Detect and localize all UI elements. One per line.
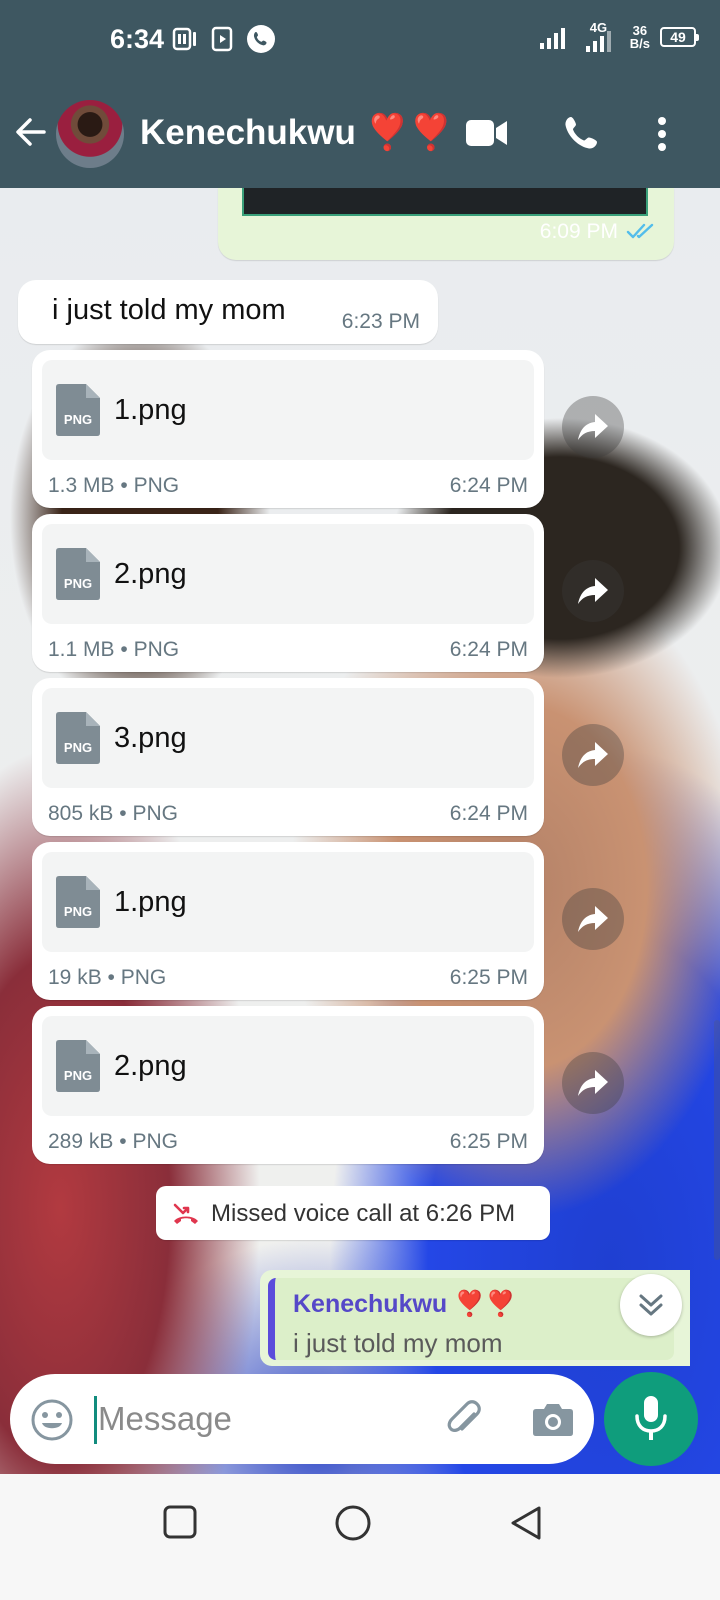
png-file-icon: PNG: [56, 876, 100, 933]
quoted-sender-name: Kenechukwu ❣️❣️: [293, 1290, 517, 1318]
file-name: 2.png: [114, 558, 187, 590]
message-time: 6:24 PM: [449, 474, 528, 497]
forward-icon: [578, 414, 608, 440]
svg-text:PNG: PNG: [64, 740, 92, 755]
svg-text:PNG: PNG: [64, 412, 92, 427]
file-message-bubble[interactable]: PNG 1.png 1.3 MB • PNG 6:24 PM: [32, 350, 544, 508]
double-chevron-down-icon: [639, 1294, 663, 1316]
attachment-icon[interactable]: [444, 1398, 488, 1447]
png-file-icon: PNG: [56, 548, 100, 605]
voice-record-button[interactable]: [604, 1372, 698, 1466]
file-name: 1.png: [114, 886, 187, 918]
file-preview[interactable]: PNG 3.png: [42, 688, 534, 788]
contact-name[interactable]: Kenechukwu ❣️❣️: [140, 112, 453, 153]
back-arrow-icon[interactable]: [14, 114, 50, 155]
microphone-icon: [635, 1396, 667, 1440]
file-message-bubble[interactable]: PNG 2.png 1.1 MB • PNG 6:24 PM: [32, 514, 544, 672]
file-meta: 289 kB • PNG: [48, 1130, 178, 1153]
forward-button[interactable]: [562, 560, 624, 622]
png-file-icon: PNG: [56, 712, 100, 769]
scroll-to-bottom-button[interactable]: [620, 1274, 682, 1336]
back-nav-icon[interactable]: [508, 1504, 544, 1547]
system-navigation-bar: [0, 1474, 720, 1600]
file-message-bubble[interactable]: PNG 3.png 805 kB • PNG 6:24 PM: [32, 678, 544, 836]
forward-button[interactable]: [562, 888, 624, 950]
home-icon[interactable]: [334, 1504, 372, 1547]
file-meta: 1.3 MB • PNG: [48, 474, 180, 497]
message-text: i just told my mom: [52, 294, 286, 326]
message-time: 6:25 PM: [449, 1130, 528, 1153]
quoted-text: i just told my mom: [293, 1328, 503, 1358]
video-call-icon[interactable]: [466, 118, 508, 153]
message-time: 6:09 PM: [539, 220, 618, 243]
network-speed: 36 B/s: [629, 23, 650, 51]
file-name: 2.png: [114, 1050, 187, 1082]
chat-scrollbar[interactable]: [714, 1020, 720, 1260]
app-header: 6:34 4G 36 B/s 49 Kenechukwu ❣️❣️: [0, 0, 720, 188]
emoji-icon[interactable]: [30, 1398, 74, 1447]
signal-1-icon: [539, 28, 565, 49]
message-input[interactable]: [96, 1386, 426, 1452]
sent-image-bubble[interactable]: 6:09 PM: [218, 188, 674, 260]
svg-text:PNG: PNG: [64, 1068, 92, 1083]
message-time: 6:24 PM: [449, 638, 528, 661]
status-time: 6:34: [110, 24, 165, 54]
voice-call-icon[interactable]: [562, 114, 600, 157]
forward-button[interactable]: [562, 396, 624, 458]
missed-call-icon: [172, 1199, 200, 1232]
file-message-bubble[interactable]: PNG 1.png 19 kB • PNG 6:25 PM: [32, 842, 544, 1000]
forward-button[interactable]: [562, 1052, 624, 1114]
read-ticks-icon: [626, 221, 658, 246]
forward-icon: [578, 1070, 608, 1096]
sent-image-preview[interactable]: [242, 188, 648, 216]
message-composer: [10, 1374, 594, 1464]
media-icon: [210, 26, 234, 57]
message-time: 6:24 PM: [449, 802, 528, 825]
message-time: 6:23 PM: [341, 310, 420, 333]
png-file-icon: PNG: [56, 384, 100, 441]
more-options-icon[interactable]: [656, 116, 668, 157]
status-right-group: 4G 36 B/s 49: [539, 20, 699, 52]
missed-call-text: Missed voice call at 6:26 PM: [211, 1200, 516, 1227]
file-meta: 19 kB • PNG: [48, 966, 167, 989]
svg-text:PNG: PNG: [64, 576, 92, 591]
file-name: 1.png: [114, 394, 187, 426]
file-message-bubble[interactable]: PNG 2.png 289 kB • PNG 6:25 PM: [32, 1006, 544, 1164]
svg-text:PNG: PNG: [64, 904, 92, 919]
received-text-bubble[interactable]: i just told my mom 6:23 PM: [18, 280, 438, 344]
file-name: 3.png: [114, 722, 187, 754]
file-meta: 1.1 MB • PNG: [48, 638, 180, 661]
file-preview[interactable]: PNG 2.png: [42, 1016, 534, 1116]
file-meta: 805 kB • PNG: [48, 802, 178, 825]
file-preview[interactable]: PNG 1.png: [42, 852, 534, 952]
message-time: 6:25 PM: [449, 966, 528, 989]
forward-icon: [578, 906, 608, 932]
recent-apps-icon[interactable]: [162, 1504, 198, 1545]
camera-icon[interactable]: [532, 1400, 574, 1443]
file-preview[interactable]: PNG 1.png: [42, 360, 534, 460]
png-file-icon: PNG: [56, 1040, 100, 1097]
missed-call-notice[interactable]: Missed voice call at 6:26 PM: [156, 1186, 550, 1240]
forward-icon: [578, 578, 608, 604]
quoted-message[interactable]: Kenechukwu ❣️❣️ i just told my mom: [268, 1278, 674, 1360]
sim-data-icon: [172, 26, 198, 57]
whatsapp-call-icon: [246, 24, 276, 59]
forward-button[interactable]: [562, 724, 624, 786]
contact-avatar[interactable]: [56, 100, 124, 168]
battery-icon: 49: [660, 27, 699, 47]
file-preview[interactable]: PNG 2.png: [42, 524, 534, 624]
signal-2-icon: 4G: [584, 20, 620, 52]
forward-icon: [578, 742, 608, 768]
